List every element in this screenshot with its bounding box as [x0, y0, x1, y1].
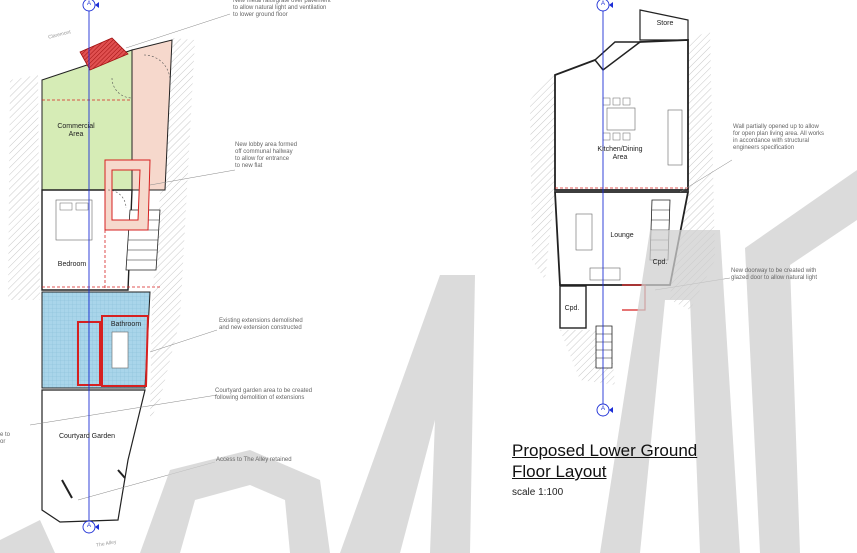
- left-floor-plan: [8, 0, 236, 534]
- doorway-annotation: New doorway to be created with glazed do…: [731, 268, 818, 281]
- courtyard-garden-label: Courtyard Garden: [58, 433, 116, 440]
- left-plan-hatch-west: [8, 75, 40, 300]
- bedroom-label: Bedroom: [57, 261, 87, 268]
- cupboard-right-label: Cpd.: [652, 259, 668, 266]
- sofa: [575, 213, 593, 251]
- section-marker-right-bottom-label: A: [600, 406, 605, 412]
- dining-table: [606, 107, 636, 131]
- lobby-annotation: New lobby area formed off communal hallw…: [235, 142, 298, 169]
- alley-access-annotation: Access to The Alley retained: [216, 457, 292, 463]
- cut-off-annotation: e to or: [0, 432, 11, 445]
- extensions-annotation: Existing extensions demolished and new e…: [219, 318, 303, 331]
- cupboard-left-label: Cpd.: [564, 305, 580, 312]
- right-plan-hatch-west: [530, 70, 555, 280]
- commercial-area-label: Commercial Area: [57, 123, 95, 138]
- lounge-label: Lounge: [610, 232, 634, 239]
- bathroom-label: Bathroom: [110, 321, 142, 328]
- drawing-title: Proposed Lower Ground Floor Layout: [512, 440, 697, 482]
- kitchen-dining-label: Kitchen/Dining Area: [597, 146, 643, 161]
- section-marker-left-bottom-label: A: [86, 523, 91, 529]
- drawing-scale: scale 1:100: [512, 487, 564, 498]
- bathroom-zone: [41, 291, 151, 389]
- wall-opening-annotation: Wall partially opened up to allow for op…: [733, 124, 825, 151]
- drawing-title-line1: Proposed Lower Ground: [512, 441, 698, 460]
- section-marker-right-top-label: A: [600, 1, 605, 7]
- kitchen-units: [667, 109, 683, 166]
- railings-annotation: New metal rails/grate over pavement to a…: [233, 0, 331, 18]
- section-marker-left-top-label: A: [86, 1, 91, 7]
- lower-stair: [595, 325, 613, 369]
- courtyard-zone: [41, 389, 146, 523]
- courtyard-annotation: Courtyard garden area to be created foll…: [215, 388, 313, 401]
- drawing-title-line2: Floor Layout: [512, 462, 607, 481]
- floor-plan-drawing: [0, 0, 857, 553]
- store-label: Store: [656, 20, 674, 27]
